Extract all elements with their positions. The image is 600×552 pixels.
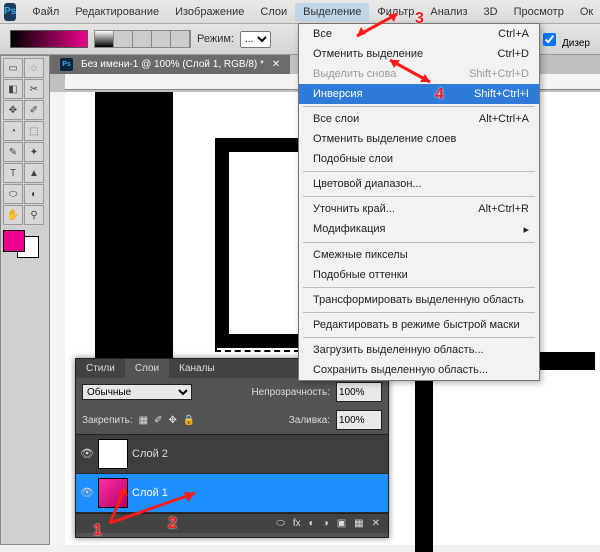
menu-deselect-layers[interactable]: Отменить выделение слоев [299,129,539,149]
toolbox: ▭ ◌ ◧ ✂ ✥ ✐ ◔ ⬚ ✎ ✦ T ▲ ⬭ ◐ ✋ ⚲ [0,55,50,545]
layer-row[interactable]: 👁 Слой 2 [76,435,388,474]
menu-similar-layers[interactable]: Подобные слои [299,149,539,169]
fg-color[interactable] [3,230,25,252]
menu-save[interactable]: Сохранить выделенную область... [299,360,539,380]
tool-clone[interactable]: ✦ [24,142,44,162]
mode-label: Режим: [197,33,234,45]
visibility-icon[interactable]: 👁 [80,447,94,461]
lock-brush-icon[interactable]: ✐ [154,415,162,426]
tab-channels[interactable]: Каналы [169,359,225,378]
menu-view[interactable]: Просмотр [506,3,572,21]
tool-hand[interactable]: ◐ [24,184,44,204]
tool-brush[interactable]: ◔ [3,121,23,141]
tool-crop[interactable]: ◧ [3,79,23,99]
fill-label: Заливка: [289,415,330,426]
menu-window[interactable]: Ок [572,3,600,21]
menubar: Ps Файл Редактирование Изображение Слои … [0,0,600,24]
annotation-label-4: 4 [435,86,444,104]
layer-thumb[interactable] [98,439,128,469]
annotation-label-3: 3 [415,10,424,28]
tool-text[interactable]: T [3,163,23,183]
visibility-icon[interactable]: 👁 [80,486,94,500]
annotation-arrow-4 [382,52,442,92]
tool-move[interactable]: ✥ [3,100,23,120]
tool-3d[interactable]: ⚲ [24,205,44,225]
menu-color-range[interactable]: Цветовой диапазон... [299,174,539,194]
document-title: Без имени-1 @ 100% (Слой 1, RGB/8) * [81,59,264,70]
tool-path[interactable]: ▲ [24,163,44,183]
gradient-diamond-icon[interactable] [171,31,190,47]
tool-gradient[interactable]: ⬚ [24,121,44,141]
doc-ps-icon: Ps [60,58,73,71]
document-tab[interactable]: Ps Без имени-1 @ 100% (Слой 1, RGB/8) * … [50,55,290,74]
link-icon[interactable]: ⬭ [276,518,285,529]
fill-input[interactable] [336,410,382,430]
tool-shape[interactable]: ⬭ [3,184,23,204]
tool-pen[interactable]: ✎ [3,142,23,162]
frame-left [215,138,229,348]
gradient-linear-icon[interactable] [95,31,114,47]
app-logo-icon: Ps [4,3,16,21]
menu-edit[interactable]: Редактирование [67,3,167,21]
tool-marquee[interactable]: ▭ [3,58,23,78]
ruler-vertical [50,92,66,545]
close-tab-icon[interactable]: ✕ [272,59,280,70]
new-icon[interactable]: ▦ [354,518,363,529]
frame2-left [415,352,433,552]
group-icon[interactable]: ▣ [337,518,346,529]
dither-checkbox[interactable]: Дизер [539,30,590,49]
gradient-reflected-icon[interactable] [152,31,171,47]
menu-file[interactable]: Файл [24,3,67,21]
menu-load[interactable]: Загрузить выделенную область... [299,340,539,360]
gradient-preview[interactable] [10,30,88,48]
tab-layers[interactable]: Слои [125,359,169,378]
gradient-radial-icon[interactable] [114,31,133,47]
tab-styles[interactable]: Стили [76,359,125,378]
menu-grow[interactable]: Смежные пикселы [299,245,539,265]
gradient-type-group [94,30,191,48]
annotation-arrow-3 [352,6,412,46]
layer-name: Слой 2 [132,448,168,460]
menu-modify[interactable]: Модификация▸ [299,219,539,240]
mask-icon[interactable]: ◐ [309,518,315,529]
opacity-input[interactable] [336,382,382,402]
annotation-label-1: 1 [93,522,102,540]
lock-move-icon[interactable]: ✥ [169,415,177,426]
blend-mode-select[interactable]: Обычные [82,384,192,400]
menu-transform[interactable]: Трансформировать выделенную область [299,290,539,310]
annotation-arrow-1-2 [95,478,215,528]
tool-lasso[interactable]: ◌ [24,58,44,78]
opacity-label: Непрозрачность: [251,387,330,398]
color-swatch[interactable] [3,230,39,258]
menu-3d[interactable]: 3D [476,3,506,21]
menu-quickmask[interactable]: Редактировать в режиме быстрой маски [299,315,539,335]
gradient-angle-icon[interactable] [133,31,152,47]
menu-analysis[interactable]: Анализ [422,3,475,21]
mode-select[interactable]: ... [240,31,271,48]
annotation-label-2: 2 [168,515,177,533]
menu-similar[interactable]: Подобные оттенки [299,265,539,285]
menu-refine-edge[interactable]: Уточнить край...Alt+Ctrl+R [299,199,539,219]
lock-label: Закрепить: [82,415,133,426]
menu-layers[interactable]: Слои [252,3,295,21]
trash-icon[interactable]: ✕ [372,518,380,529]
fx-icon[interactable]: fx [293,518,301,529]
lock-pixels-icon[interactable]: ▦ [139,415,148,426]
lock-all-icon[interactable]: 🔒 [183,415,195,426]
menu-image[interactable]: Изображение [167,3,252,21]
adjust-icon[interactable]: ◑ [323,518,329,529]
tool-zoom[interactable]: ✋ [3,205,23,225]
menu-all-layers[interactable]: Все слоиAlt+Ctrl+A [299,109,539,129]
tool-slice[interactable]: ✂ [24,79,44,99]
tool-wand[interactable]: ✐ [24,100,44,120]
